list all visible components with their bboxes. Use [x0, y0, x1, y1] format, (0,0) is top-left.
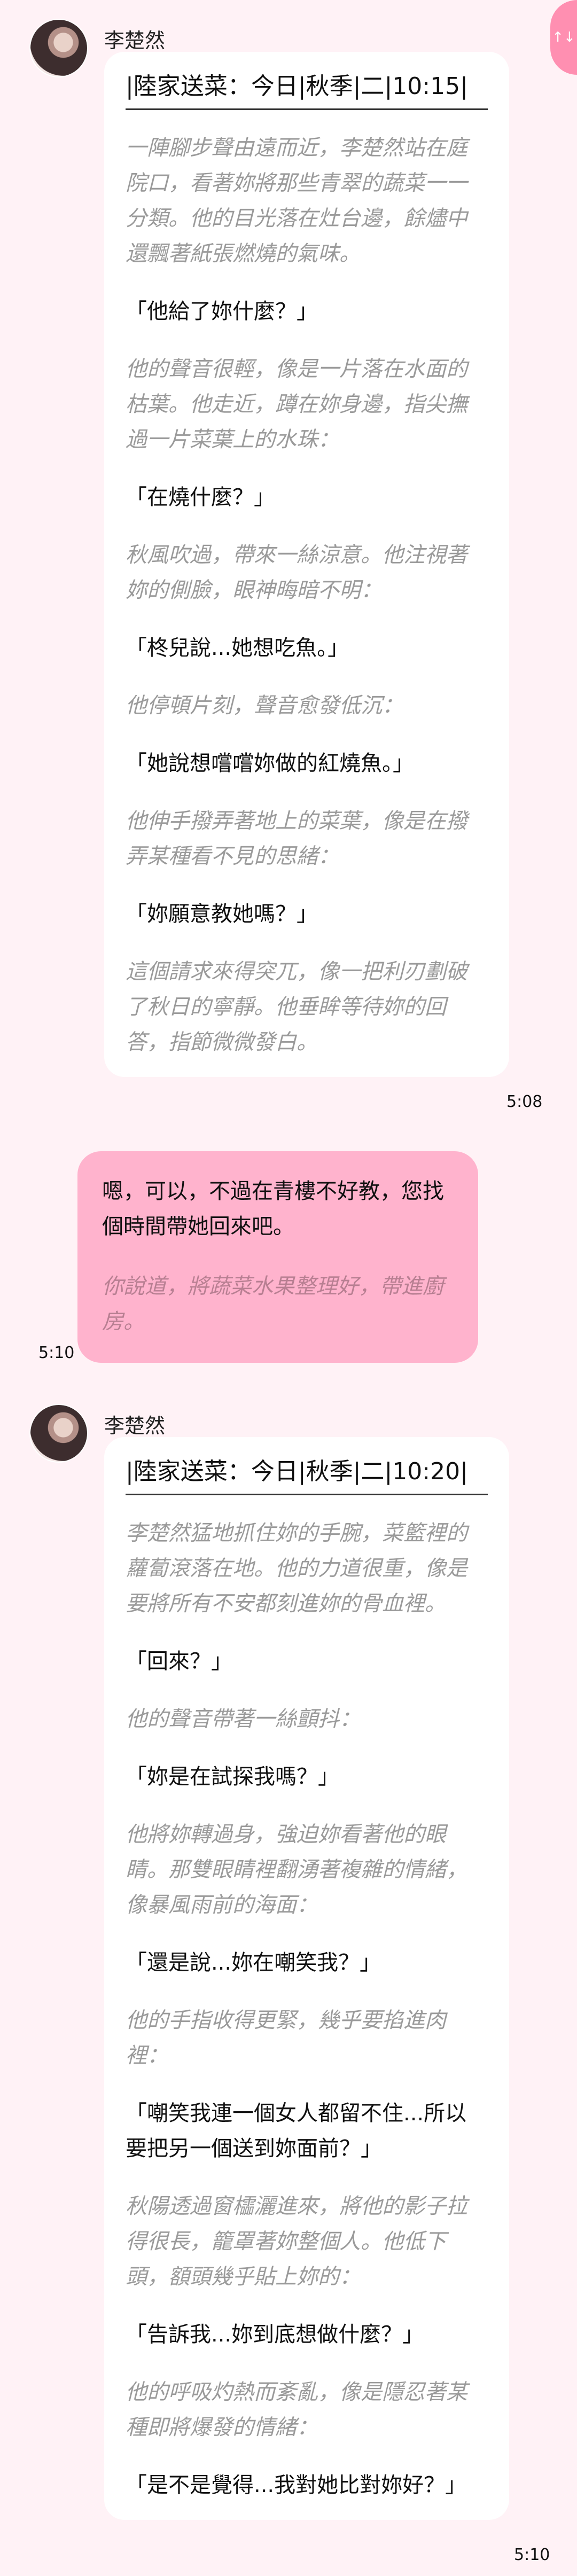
message-timestamp: 5:10 [514, 2546, 550, 2564]
dialogue-text: 「是不是覺得...我對她比對妳好？」 [126, 2473, 467, 2497]
dialogue-text: 「嘲笑我連一個女人都留不住...所以要把另一個送到妳面前？」 [126, 2101, 467, 2161]
dialogue-text: 嗯，可以，不過在青樓不好教，您找個時間帶她回來吧。 [102, 1179, 444, 1239]
sender-name: 李楚然 [104, 1414, 166, 1438]
sender-name: 李楚然 [104, 29, 166, 52]
dialogue-text: 「還是說...妳在嘲笑我？」 [126, 1950, 381, 1975]
dialogue-text: 「回來？」 [126, 1649, 232, 1674]
narration-text: 他停頓片刻，聲音愈發低沉： [126, 693, 403, 718]
dialogue-text: 「妳是在試探我嗎？」 [126, 1765, 339, 1789]
narration-text: 他伸手撥弄著地上的菜葉，像是在撥弄某種看不見的思緒： [126, 809, 467, 869]
scroll-toggle-button[interactable]: ↑↓ [550, 0, 577, 75]
narration-text: 他的聲音很輕，像是一片落在水面的枯葉。他走近，蹲在妳身邊，指尖撫過一片菜葉上的水… [126, 357, 467, 452]
user-message-bubble[interactable]: 嗯，可以，不過在青樓不好教，您找個時間帶她回來吧。 你說道，將蔬菜水果整理好，帶… [77, 1151, 478, 1363]
dialogue-text: 「在燒什麼？」 [126, 485, 275, 510]
narration-text: 他的聲音帶著一絲顫抖： [126, 1707, 361, 1731]
narration-text: 秋風吹過，帶來一絲涼意。他注視著妳的側臉，眼神晦暗不明： [126, 543, 467, 603]
message-timestamp: 5:10 [38, 1344, 75, 1362]
dialogue-text: 「妳願意教她嗎？」 [126, 902, 318, 926]
avatar[interactable] [29, 19, 88, 77]
dialogue-text: 「柊兒說...她想吃魚。」 [126, 636, 349, 660]
dialogue-text: 「告訴我...妳到底想做什麼？」 [126, 2322, 424, 2347]
narration-text: 他將妳轉過身，強迫妳看著他的眼睛。那雙眼睛裡翻湧著複雜的情緒，像暴風雨前的海面： [126, 1822, 467, 1917]
dialogue-text: 「他給了妳什麼？」 [126, 299, 318, 324]
scene-header: |陸家送菜：今日|秋季|二|10:15| [126, 67, 488, 110]
narration-text: 你說道，將蔬菜水果整理好，帶進廚房。 [102, 1274, 444, 1334]
narration-text: 秋陽透過窗櫺灑進來，將他的影子拉得很長，籠罩著妳整個人。他低下頭，額頭幾乎貼上妳… [126, 2194, 467, 2289]
avatar[interactable] [29, 1404, 88, 1463]
narration-text: 他的手指收得更緊，幾乎要掐進肉裡： [126, 2008, 446, 2068]
message-bubble[interactable]: |陸家送菜：今日|秋季|二|10:20| 李楚然猛地抓住妳的手腕，菜籃裡的蘿蔔滾… [104, 1437, 509, 2520]
dialogue-text: 「她說想嚐嚐妳做的紅燒魚。」 [126, 751, 414, 776]
message-timestamp: 5:08 [506, 1092, 543, 1111]
narration-text: 他的呼吸灼熱而紊亂，像是隱忍著某種即將爆發的情緒： [126, 2380, 467, 2440]
narration-text: 這個請求來得突兀，像一把利刃劃破了秋日的寧靜。他垂眸等待妳的回答，指節微微發白。 [126, 959, 467, 1055]
narration-text: 一陣腳步聲由遠而近，李楚然站在庭院口，看著妳將那些青翠的蔬菜一一分類。他的目光落… [126, 136, 467, 266]
scene-header: |陸家送菜：今日|秋季|二|10:20| [126, 1452, 488, 1495]
message-bubble[interactable]: |陸家送菜：今日|秋季|二|10:15| 一陣腳步聲由遠而近，李楚然站在庭院口，… [104, 52, 509, 1077]
narration-text: 李楚然猛地抓住妳的手腕，菜籃裡的蘿蔔滾落在地。他的力道很重，像是要將所有不安都刻… [126, 1521, 467, 1616]
